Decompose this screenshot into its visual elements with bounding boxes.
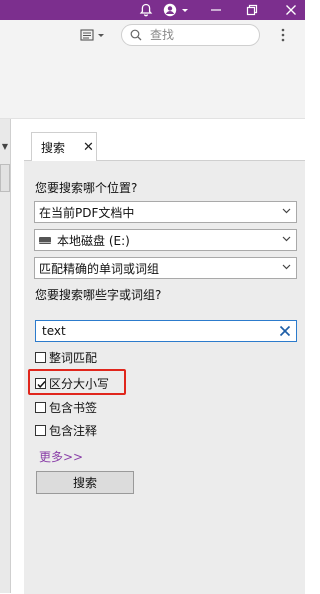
close-icon[interactable] bbox=[281, 0, 301, 20]
match-case-label: 区分大小写 bbox=[49, 377, 110, 391]
where-label: 您要搜索哪个位置? bbox=[35, 181, 138, 195]
collapse-arrow-icon[interactable]: ▼ bbox=[0, 142, 10, 151]
tab-search[interactable]: 搜索 ✕ bbox=[31, 132, 97, 161]
include-comments-checkbox[interactable] bbox=[35, 425, 46, 436]
restore-icon[interactable] bbox=[242, 0, 262, 20]
whole-word-label: 整词匹配 bbox=[49, 351, 98, 365]
left-scrollbar[interactable] bbox=[0, 164, 10, 192]
match-mode-value: 匹配精确的单词或词组 bbox=[39, 261, 160, 276]
search-icon bbox=[130, 29, 142, 41]
what-label: 您要搜索哪些字或词组? bbox=[35, 288, 162, 302]
chevron-down-icon bbox=[282, 236, 291, 242]
tab-close-icon[interactable]: ✕ bbox=[83, 140, 94, 155]
search-text-field[interactable] bbox=[35, 320, 297, 342]
more-options-link[interactable]: 更多>> bbox=[39, 448, 83, 465]
option-include-comments[interactable]: 包含注释 bbox=[35, 422, 97, 439]
location-select-value: 在当前PDF文档中 bbox=[39, 205, 135, 220]
include-comments-label: 包含注释 bbox=[49, 424, 98, 438]
view-options-icon[interactable] bbox=[78, 26, 108, 44]
bell-icon[interactable] bbox=[136, 0, 156, 20]
match-mode-select[interactable]: 匹配精确的单词或词组 bbox=[34, 257, 297, 279]
minimize-icon[interactable] bbox=[206, 0, 226, 20]
search-text-input[interactable] bbox=[40, 323, 272, 339]
include-bookmarks-label: 包含书签 bbox=[49, 401, 98, 415]
toolbar bbox=[0, 20, 305, 119]
drive-icon bbox=[39, 236, 51, 244]
option-whole-word[interactable]: 整词匹配 bbox=[35, 349, 97, 366]
find-search-box[interactable] bbox=[121, 24, 260, 46]
tab-search-label: 搜索 bbox=[41, 140, 66, 155]
search-button[interactable]: 搜索 bbox=[36, 471, 134, 494]
clear-icon[interactable] bbox=[278, 324, 292, 338]
whole-word-checkbox[interactable] bbox=[35, 352, 46, 363]
title-bar bbox=[0, 0, 305, 20]
option-match-case[interactable]: 区分大小写 bbox=[35, 375, 109, 392]
match-case-checkbox[interactable] bbox=[35, 378, 46, 389]
chevron-down-icon bbox=[282, 264, 291, 270]
account-icon[interactable] bbox=[160, 0, 190, 20]
location-select[interactable]: 在当前PDF文档中 bbox=[34, 201, 297, 223]
drive-select-value: 本地磁盘 (E:) bbox=[57, 233, 130, 248]
find-input[interactable] bbox=[148, 27, 252, 43]
include-bookmarks-checkbox[interactable] bbox=[35, 402, 46, 413]
more-options-icon[interactable] bbox=[276, 26, 290, 44]
option-include-bookmarks[interactable]: 包含书签 bbox=[35, 399, 97, 416]
chevron-down-icon bbox=[282, 208, 291, 214]
drive-select[interactable]: 本地磁盘 (E:) bbox=[34, 229, 297, 251]
checkmark-icon bbox=[37, 381, 46, 388]
